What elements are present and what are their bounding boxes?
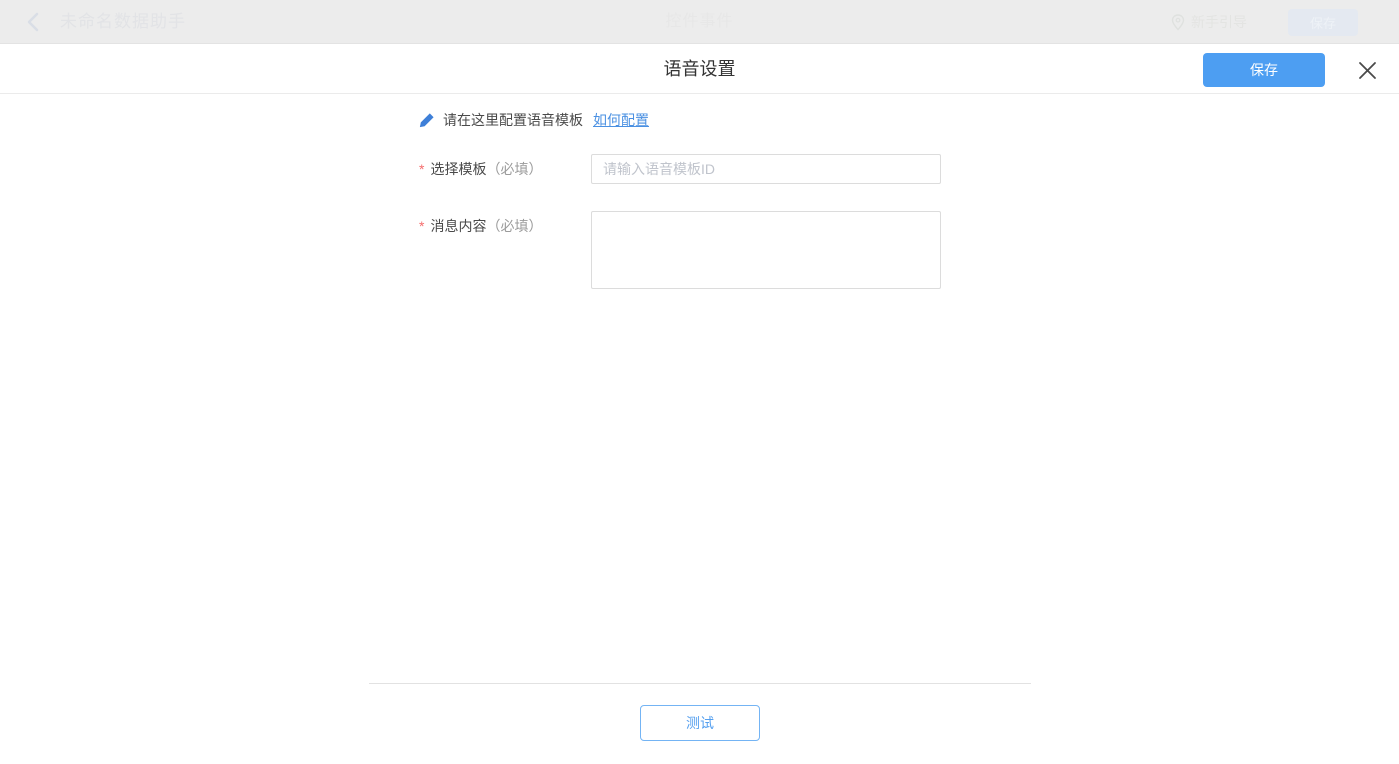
guide-item[interactable]: 新手引导 <box>1171 0 1247 44</box>
close-button[interactable] <box>1349 59 1385 81</box>
tip-row: 请在这里配置语音模板 如何配置 <box>419 110 649 130</box>
how-to-configure-link[interactable]: 如何配置 <box>593 110 649 130</box>
panel-body: 请在这里配置语音模板 如何配置 *选择模板（必填） *消息内容（必填） 测试 <box>0 94 1399 764</box>
template-field-label: *选择模板（必填） <box>419 154 542 184</box>
pencil-icon <box>419 112 435 128</box>
message-field-label: *消息内容（必填） <box>419 211 542 241</box>
save-button[interactable]: 保存 <box>1203 53 1325 87</box>
required-mark: * <box>419 161 424 177</box>
voice-settings-panel: 语音设置 保存 请在这里配置语音模板 如何配置 *选择模板（必填） *消息内容（… <box>0 44 1399 764</box>
panel-title: 语音设置 <box>0 44 1399 94</box>
header-save-button[interactable]: 保存 <box>1288 9 1358 36</box>
close-icon <box>1357 60 1378 81</box>
message-content-textarea[interactable] <box>591 211 941 289</box>
test-button[interactable]: 测试 <box>640 705 760 741</box>
panel-header: 语音设置 保存 <box>0 44 1399 94</box>
footer-divider <box>369 683 1031 684</box>
app-header: 未命名数据助手 控件事件 新手引导 保存 <box>0 0 1399 44</box>
guide-label: 新手引导 <box>1191 12 1247 32</box>
pin-icon <box>1171 14 1185 31</box>
required-mark: * <box>419 218 424 234</box>
tip-text: 请在这里配置语音模板 <box>443 110 583 130</box>
template-id-input[interactable] <box>591 154 941 184</box>
